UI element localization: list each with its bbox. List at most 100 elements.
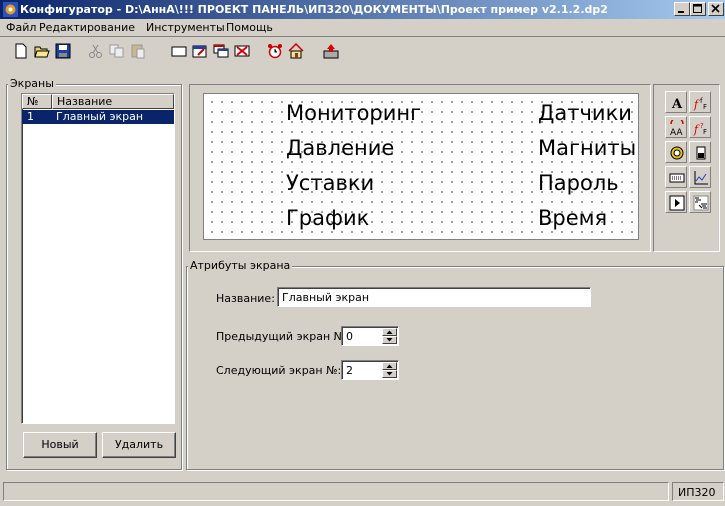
arrow-down-icon — [386, 338, 393, 342]
open-folder-icon — [34, 46, 50, 58]
menu-edit[interactable]: Редактирование — [39, 21, 135, 34]
screen-delete-button[interactable] — [231, 40, 254, 62]
scissors-icon — [89, 44, 102, 58]
floppy-icon — [55, 43, 71, 59]
button-tool-button[interactable] — [665, 191, 687, 213]
table-row[interactable]: 1 Главный экран — [22, 110, 174, 124]
maximize-icon — [693, 4, 702, 13]
next-down-button[interactable] — [382, 370, 397, 378]
indicator-tool-button[interactable] — [665, 141, 687, 163]
menu-help[interactable]: Помощь — [226, 21, 273, 34]
text-list-icon: AA — [670, 120, 684, 136]
name-field[interactable]: Главный экран — [277, 287, 591, 307]
new-screen-button[interactable]: Новый — [23, 432, 97, 458]
name-field-value: Главный экран — [282, 291, 370, 304]
screens-list[interactable]: № Название 1 Главный экран — [21, 93, 175, 424]
next-screen-stepper[interactable]: 2 — [341, 360, 399, 380]
row-name: Главный экран — [56, 110, 144, 123]
canvas-label-monitoring[interactable]: Мониторинг — [286, 101, 421, 125]
add-screen-button[interactable] — [168, 40, 191, 62]
prev-screen-label: Предыдущий экран №: — [216, 330, 349, 343]
text-list-tool-button[interactable]: AA — [665, 116, 687, 138]
new-file-icon — [15, 43, 27, 59]
canvas-label-time[interactable]: Время — [538, 206, 607, 230]
open-file-button[interactable] — [31, 40, 54, 62]
svg-text:f: f — [693, 123, 700, 136]
arrow-up-icon — [386, 330, 393, 334]
lamp-icon — [670, 146, 684, 160]
play-button-icon — [669, 195, 685, 211]
prev-down-button[interactable] — [382, 336, 397, 344]
copy-button[interactable] — [106, 40, 129, 62]
windows-icon — [213, 44, 229, 58]
next-screen-label: Следующий экран №: — [216, 364, 342, 377]
arrow-up-icon — [386, 364, 393, 368]
home-button[interactable] — [285, 40, 308, 62]
maximize-button[interactable] — [690, 2, 706, 16]
canvas-label-setpoints[interactable]: Уставки — [286, 171, 374, 195]
window-title: Конфигуратор - D:\АннА\!!! ПРОЕКТ ПАНЕЛЬ… — [20, 3, 608, 16]
name-label: Название: — [216, 292, 275, 305]
upload-button[interactable] — [320, 40, 343, 62]
svg-text:AA: AA — [670, 128, 683, 136]
status-device-text: ИП320 — [678, 486, 716, 499]
graph-tool-button[interactable] — [689, 166, 711, 188]
text-tool-button[interactable]: A — [665, 91, 687, 113]
switch-tool-button[interactable] — [689, 141, 711, 163]
svg-text:F: F — [703, 103, 707, 111]
cut-button[interactable] — [85, 40, 108, 62]
screen-copy-button[interactable] — [210, 40, 233, 62]
arrow-down-icon — [386, 372, 393, 376]
canvas-label-sensors[interactable]: Датчики — [538, 101, 632, 125]
text-a-icon: A — [671, 97, 683, 111]
canvas-label-password[interactable]: Пароль — [538, 171, 619, 195]
formula-list-tool-button[interactable]: f? F — [689, 116, 711, 138]
keyboard-icon — [669, 173, 685, 183]
home-icon — [288, 43, 304, 59]
copy-icon — [109, 44, 124, 58]
paste-icon — [131, 44, 145, 59]
alarm-button[interactable] — [264, 40, 287, 62]
next-screen-value: 2 — [346, 364, 353, 377]
keypad-tool-button[interactable] — [665, 166, 687, 188]
rectangle-icon — [171, 46, 187, 57]
close-icon — [711, 4, 720, 13]
list-header: № Название — [22, 94, 174, 109]
menu-file[interactable]: Файл — [6, 21, 36, 34]
title-bar[interactable]: Конфигуратор - D:\АннА\!!! ПРОЕКТ ПАНЕЛЬ… — [0, 0, 725, 19]
upload-device-icon — [323, 44, 339, 59]
formula-tool-button[interactable]: ffF — [689, 91, 711, 113]
minimize-button[interactable] — [674, 2, 690, 16]
minimize-icon — [678, 11, 684, 13]
canvas-label-chart[interactable]: График — [286, 206, 369, 230]
toolbar-separator — [0, 36, 725, 37]
row-number: 1 — [27, 110, 34, 123]
delete-screen-button[interactable]: Удалить — [102, 432, 176, 458]
column-number[interactable]: № — [22, 94, 52, 109]
canvas-label-pressure[interactable]: Давление — [286, 136, 394, 160]
svg-text:F: F — [703, 128, 707, 136]
next-up-button[interactable] — [382, 362, 397, 370]
window-edit-icon — [192, 45, 207, 58]
bitmap-tool-button[interactable] — [689, 191, 711, 213]
function-list-icon: f ?F — [693, 122, 707, 136]
attributes-legend: Атрибуты экрана — [188, 259, 293, 272]
prev-up-button[interactable] — [382, 328, 397, 336]
delete-screen-icon — [234, 45, 250, 57]
app-icon — [3, 2, 18, 17]
function-icon: f fF — [693, 97, 707, 111]
new-file-button[interactable] — [10, 40, 33, 62]
screen-canvas[interactable]: Мониторинг Датчики Давление Магниты Уста… — [203, 93, 639, 240]
alarm-clock-icon — [268, 44, 282, 59]
canvas-label-magnets[interactable]: Магниты — [538, 136, 636, 160]
prev-screen-stepper[interactable]: 0 — [341, 326, 399, 346]
status-panel-main — [3, 482, 669, 501]
menu-tools[interactable]: Инструменты — [146, 21, 225, 34]
column-name[interactable]: Название — [52, 94, 174, 109]
save-button[interactable] — [52, 40, 75, 62]
screen-props-button[interactable] — [189, 40, 212, 62]
paste-button[interactable] — [127, 40, 150, 62]
switch-icon — [696, 146, 706, 160]
close-button[interactable] — [708, 2, 724, 16]
svg-text:f: f — [693, 98, 700, 111]
